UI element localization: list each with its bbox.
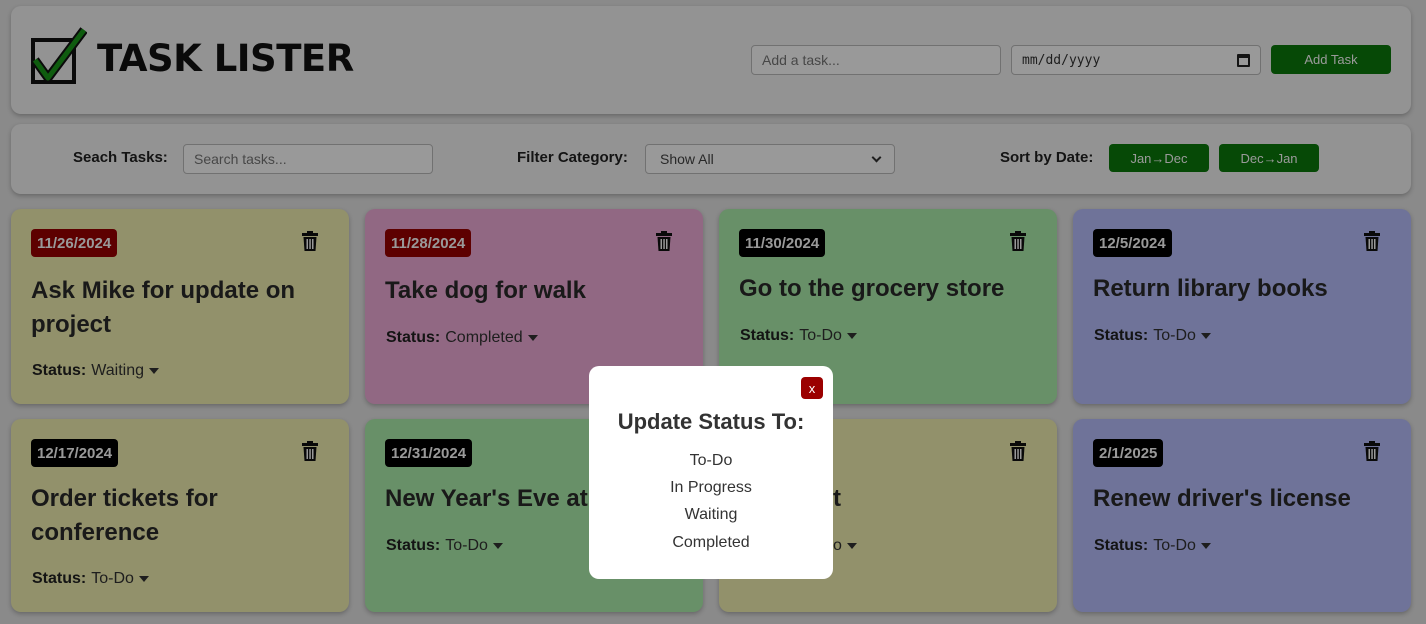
status-option-waiting[interactable]: Waiting (589, 506, 833, 524)
status-modal: x Update Status To: To-Do In Progress Wa… (589, 366, 833, 579)
status-option-in-progress[interactable]: In Progress (589, 479, 833, 497)
close-button[interactable]: x (801, 377, 823, 399)
status-option-todo[interactable]: To-Do (589, 452, 833, 470)
modal-title: Update Status To: (617, 409, 805, 434)
status-option-completed[interactable]: Completed (589, 534, 833, 552)
